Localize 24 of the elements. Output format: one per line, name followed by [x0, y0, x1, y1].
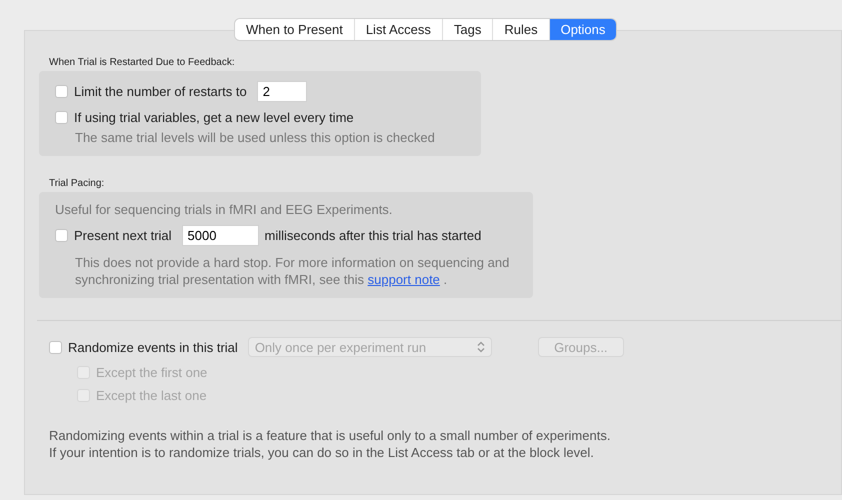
stepper-icon	[476, 341, 485, 353]
checkbox[interactable]	[55, 111, 68, 124]
tab[interactable]: Options	[548, 19, 616, 40]
checkbox-label: Limit the number of restarts to	[74, 84, 247, 99]
checkbox[interactable]	[49, 340, 62, 354]
support-link[interactable]: support note	[368, 272, 440, 287]
section-heading: Trial Pacing:	[49, 178, 106, 189]
checkbox-label: Randomize events in this trial	[68, 340, 238, 354]
checkbox[interactable]	[55, 229, 68, 242]
hint-text: The same trial levels will be used unless this option is checked	[75, 129, 436, 146]
checkbox-label: Present next trial	[74, 228, 172, 243]
input-field[interactable]: 5000	[182, 225, 259, 246]
note-text: This does not provide a hard stop. For more information on sequencing and synchronizing trial presentation with fMRI, see this support note .	[75, 254, 510, 288]
field-suffix: milliseconds after this trial has started	[264, 228, 482, 243]
input-field[interactable]: 2	[256, 81, 307, 102]
intro-text: Useful for sequencing trials in fMRI and EEG Experiments.	[55, 202, 394, 217]
checkbox-label: Except the last one	[96, 388, 207, 403]
checkbox[interactable]	[55, 85, 68, 98]
checkbox-label: Except the first one	[96, 365, 208, 380]
section-heading: When Trial is Restarted Due to Feedback:	[49, 57, 236, 68]
info-text: Randomizing events within a trial is a feature that is useful only to a small number of experiments.	[49, 427, 612, 444]
tab[interactable]: Tags	[442, 19, 492, 40]
info-text: If your intention is to randomize trials, you can do so in the List Access tab or at the block level.	[49, 444, 595, 461]
checkbox-label: If using trial variables, get a new level every time	[74, 110, 354, 125]
